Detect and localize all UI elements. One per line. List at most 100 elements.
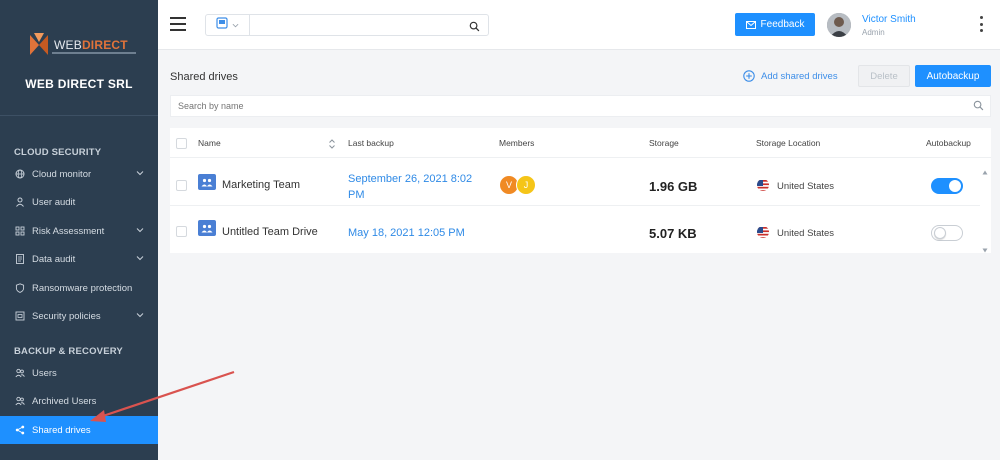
drive-name[interactable]: Marketing Team [222, 179, 300, 191]
grid-icon [15, 226, 25, 236]
storage-size: 5.07 KB [649, 226, 697, 241]
document-icon [15, 254, 25, 264]
sidebar-item-label: Risk Assessment [32, 225, 105, 237]
add-shared-drives-button[interactable]: Add shared drives [743, 68, 838, 84]
last-backup-line: September 26, 2021 8:02 [348, 173, 473, 185]
storage-location: United States [777, 181, 835, 192]
archived-users-icon [15, 396, 25, 406]
table-header: Name Last backup Members Storage Storage… [170, 128, 991, 158]
storage-size: 1.96 GB [649, 179, 698, 194]
section-title-cloud-security: CLOUD SECURITY [14, 147, 102, 158]
column-header-storage[interactable]: Storage [649, 138, 679, 148]
last-backup-date[interactable]: September 26, 2021 8:02 PM [348, 171, 488, 203]
shared-drive-icon [198, 174, 216, 190]
us-flag-icon [757, 226, 769, 238]
user-icon [15, 197, 25, 207]
sidebar-item-label: Archived Users [32, 395, 97, 407]
sidebar-item-data-audit[interactable]: Data audit [0, 245, 158, 273]
sidebar-item-archived-users[interactable]: Archived Users [0, 387, 158, 415]
sidebar: WEBDIRECT WEB DIRECT SRL CLOUD SECURITY … [0, 0, 158, 460]
last-backup-line: May 18, 2021 12:05 PM [348, 227, 465, 239]
logo-web-text: WEB [54, 38, 82, 52]
sidebar-item-label: Security policies [32, 310, 101, 322]
search-type-select[interactable] [206, 15, 250, 35]
delete-button[interactable]: Delete [858, 65, 910, 87]
row-checkbox[interactable] [176, 180, 187, 191]
share-icon [15, 425, 25, 435]
last-backup-date[interactable]: May 18, 2021 12:05 PM [348, 225, 548, 241]
sidebar-item-risk-assessment[interactable]: Risk Assessment [0, 217, 158, 245]
autobackup-toggle[interactable] [931, 225, 963, 241]
page-title: Shared drives [170, 71, 238, 83]
section-title-backup-recovery: BACKUP & RECOVERY [14, 346, 123, 357]
chevron-down-icon [136, 169, 144, 177]
user-avatar[interactable] [827, 13, 851, 37]
company-logo: WEBDIRECT [28, 30, 138, 60]
user-role: Admin [862, 28, 885, 37]
search-by-name-box [170, 95, 991, 117]
drive-name[interactable]: Untitled Team Drive [222, 226, 318, 238]
sidebar-item-label: Ransomware protection [32, 282, 133, 294]
sidebar-item-ransomware-protection[interactable]: Ransomware protection [0, 274, 158, 302]
column-header-storage-location[interactable]: Storage Location [756, 138, 820, 148]
search-icon[interactable] [973, 100, 984, 113]
sidebar-item-shared-drives[interactable]: Shared drives [0, 416, 158, 444]
column-header-last-backup[interactable]: Last backup [348, 138, 394, 148]
table-row[interactable]: Marketing Team September 26, 2021 8:02 P… [170, 160, 980, 206]
sidebar-item-label: Shared drives [32, 424, 91, 436]
sidebar-item-label: User audit [32, 196, 76, 208]
sidebar-item-label: Cloud monitor [32, 168, 92, 180]
image-icon [216, 16, 228, 34]
autobackup-toggle[interactable] [931, 178, 963, 194]
shared-drive-icon [198, 220, 216, 236]
shield-icon [15, 283, 25, 293]
more-options-icon[interactable] [980, 16, 984, 32]
sidebar-item-security-policies[interactable]: Security policies [0, 302, 158, 330]
logo-mark-icon [28, 33, 50, 57]
member-avatar[interactable]: J [516, 175, 536, 195]
add-shared-drives-label: Add shared drives [761, 70, 838, 82]
scroll-up-arrow-icon[interactable] [982, 162, 988, 180]
sidebar-item-label: Users [32, 367, 57, 379]
column-header-name[interactable]: Name [198, 138, 221, 148]
scroll-down-arrow-icon[interactable] [982, 240, 988, 258]
table-row[interactable]: Untitled Team Drive May 18, 2021 12:05 P… [170, 207, 980, 253]
shared-drives-table: Name Last backup Members Storage Storage… [170, 128, 991, 253]
hamburger-menu-icon[interactable] [170, 17, 186, 31]
sidebar-item-cloud-monitor[interactable]: Cloud monitor [0, 160, 158, 188]
sidebar-divider [0, 115, 158, 116]
sidebar-item-users[interactable]: Users [0, 359, 158, 387]
search-icon[interactable] [469, 19, 480, 37]
policy-icon [15, 311, 25, 321]
feedback-button[interactable]: Feedback [735, 13, 815, 36]
global-search-input[interactable] [254, 17, 464, 33]
chevron-down-icon [136, 311, 144, 319]
company-name: WEB DIRECT SRL [25, 77, 133, 91]
envelope-icon [745, 20, 756, 29]
users-icon [15, 368, 25, 378]
chevron-down-icon [136, 226, 144, 234]
user-name[interactable]: Victor Smith [862, 14, 916, 25]
sort-icon[interactable] [328, 137, 336, 149]
select-all-checkbox[interactable] [176, 138, 187, 149]
plus-circle-icon [743, 70, 755, 82]
sidebar-item-user-audit[interactable]: User audit [0, 188, 158, 216]
chevron-down-icon [232, 16, 239, 34]
us-flag-icon [757, 179, 769, 191]
global-search-box [205, 14, 489, 36]
autobackup-button[interactable]: Autobackup [915, 65, 991, 87]
top-bar: Feedback Victor Smith Admin [158, 0, 1000, 50]
column-header-members[interactable]: Members [499, 138, 534, 148]
column-header-autobackup[interactable]: Autobackup [926, 138, 971, 148]
last-backup-line: PM [348, 189, 365, 201]
logo-text: WEBDIRECT [54, 39, 128, 51]
storage-location: United States [777, 228, 835, 239]
logo-tagline-line [52, 52, 136, 54]
row-checkbox[interactable] [176, 226, 187, 237]
sidebar-item-label: Data audit [32, 253, 76, 265]
search-by-name-input[interactable] [178, 98, 958, 114]
logo-direct-text: DIRECT [81, 38, 128, 52]
globe-icon [15, 169, 25, 179]
feedback-label: Feedback [760, 19, 805, 30]
chevron-down-icon [136, 254, 144, 262]
